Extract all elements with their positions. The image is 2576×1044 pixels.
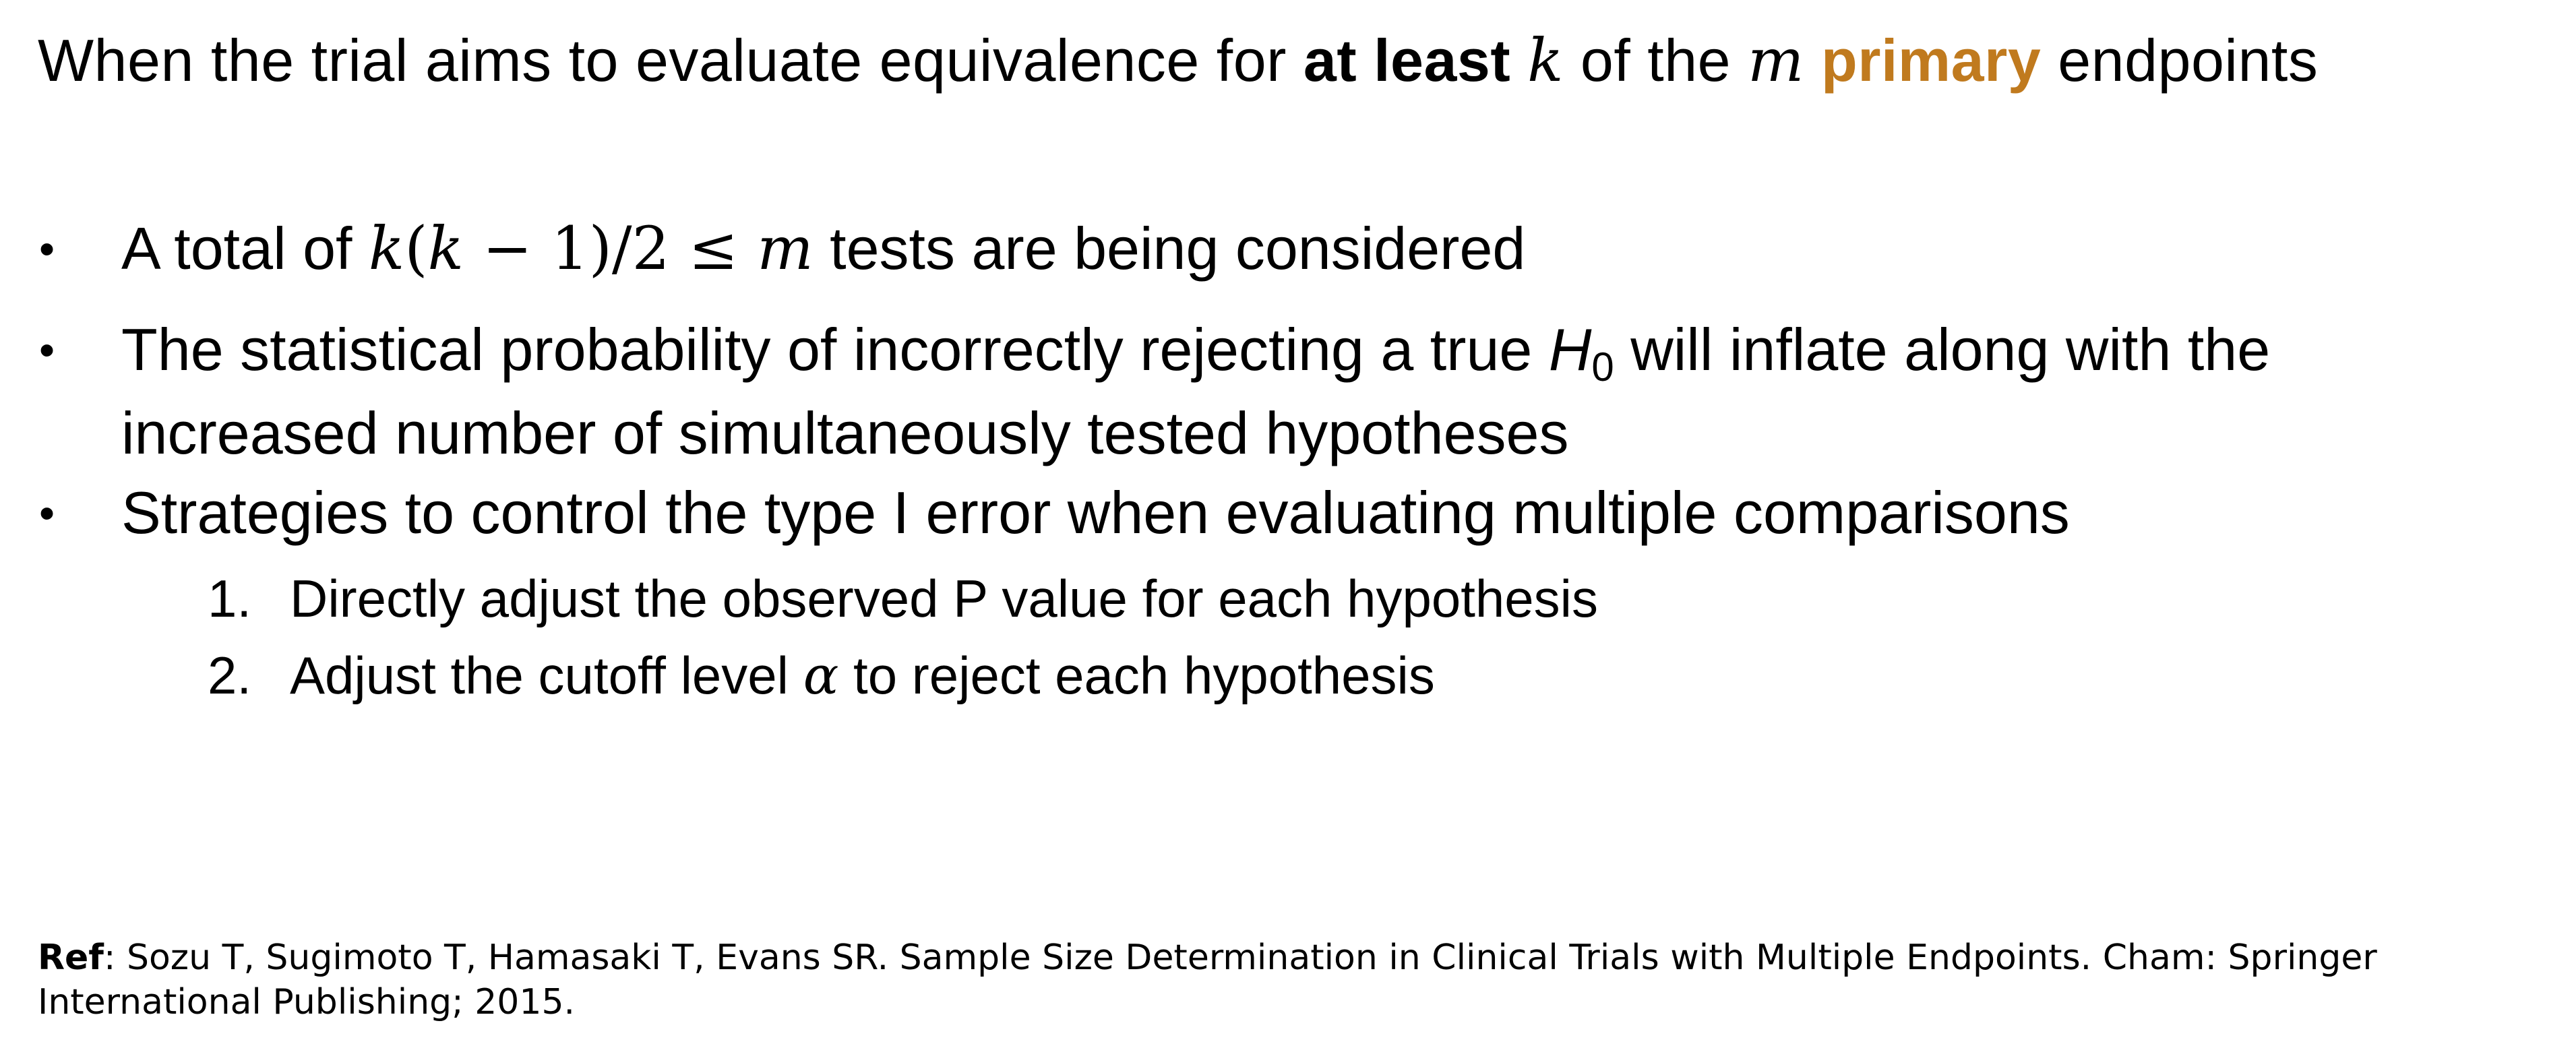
- bullet-marker: •: [39, 224, 55, 274]
- math-h-subscript: 0: [1591, 344, 1614, 390]
- bullet-text: Strategies to control the type I error w…: [121, 479, 2070, 546]
- item-suffix: to reject each hypothesis: [838, 646, 1435, 705]
- reference-text-line2: International Publishing; 2015.: [38, 982, 576, 1022]
- slide-title: When the trial aims to evaluate equivale…: [38, 20, 2318, 101]
- reference-footnote: Ref: Sozu T, Sugimoto T, Hamasaki T, Eva…: [38, 935, 2532, 1024]
- item-number: 1.: [208, 569, 252, 628]
- math-expression: − 1)/2 ≤: [463, 214, 758, 283]
- item-text: Adjust the cutoff level α to reject each…: [290, 643, 1435, 708]
- title-suffix: endpoints: [2041, 27, 2319, 94]
- title-var-m: m: [1748, 26, 1804, 95]
- item-text: Directly adjust the observed P value for…: [290, 569, 1598, 628]
- math-h-var: H: [1548, 316, 1592, 383]
- reference-text: : Sozu T, Sugimoto T, Hamasaki T, Evans …: [103, 938, 2377, 978]
- title-highlight-primary: primary: [1820, 27, 2042, 94]
- title-prefix: When the trial aims to evaluate equivale…: [38, 27, 1304, 94]
- reference-label: Ref: [38, 938, 104, 978]
- bullet-prefix: A total of: [121, 215, 369, 282]
- math-alpha: α: [803, 646, 839, 706]
- math-m: m: [757, 214, 814, 283]
- math-k-inner: k: [427, 214, 464, 283]
- bullet-text: The statistical probability of incorrect…: [121, 317, 2270, 466]
- bullet-suffix: tests are being considered: [813, 215, 1526, 282]
- title-middle: of the: [1563, 27, 1748, 94]
- bullet-marker: •: [39, 488, 55, 538]
- slide: When the trial aims to evaluate equivale…: [0, 0, 2576, 1044]
- bullet-line1-prefix: The statistical probability of incorrect…: [121, 316, 1549, 383]
- bullet-line1-suffix: will inflate along with the: [1614, 316, 2271, 383]
- bullet-line2: increased number of simultaneously teste…: [121, 400, 1569, 466]
- title-var-k: k: [1527, 26, 1564, 95]
- math-k: k: [368, 214, 405, 283]
- item-prefix: Adjust the cutoff level: [290, 646, 803, 705]
- title-bold-at-least: at least: [1303, 27, 1511, 94]
- bullet-text: A total of k(k − 1)/2 ≤ m tests are bein…: [121, 216, 1525, 282]
- item-number: 2.: [208, 646, 252, 705]
- math-open-paren: (: [404, 214, 428, 283]
- bullet-marker: •: [39, 325, 55, 375]
